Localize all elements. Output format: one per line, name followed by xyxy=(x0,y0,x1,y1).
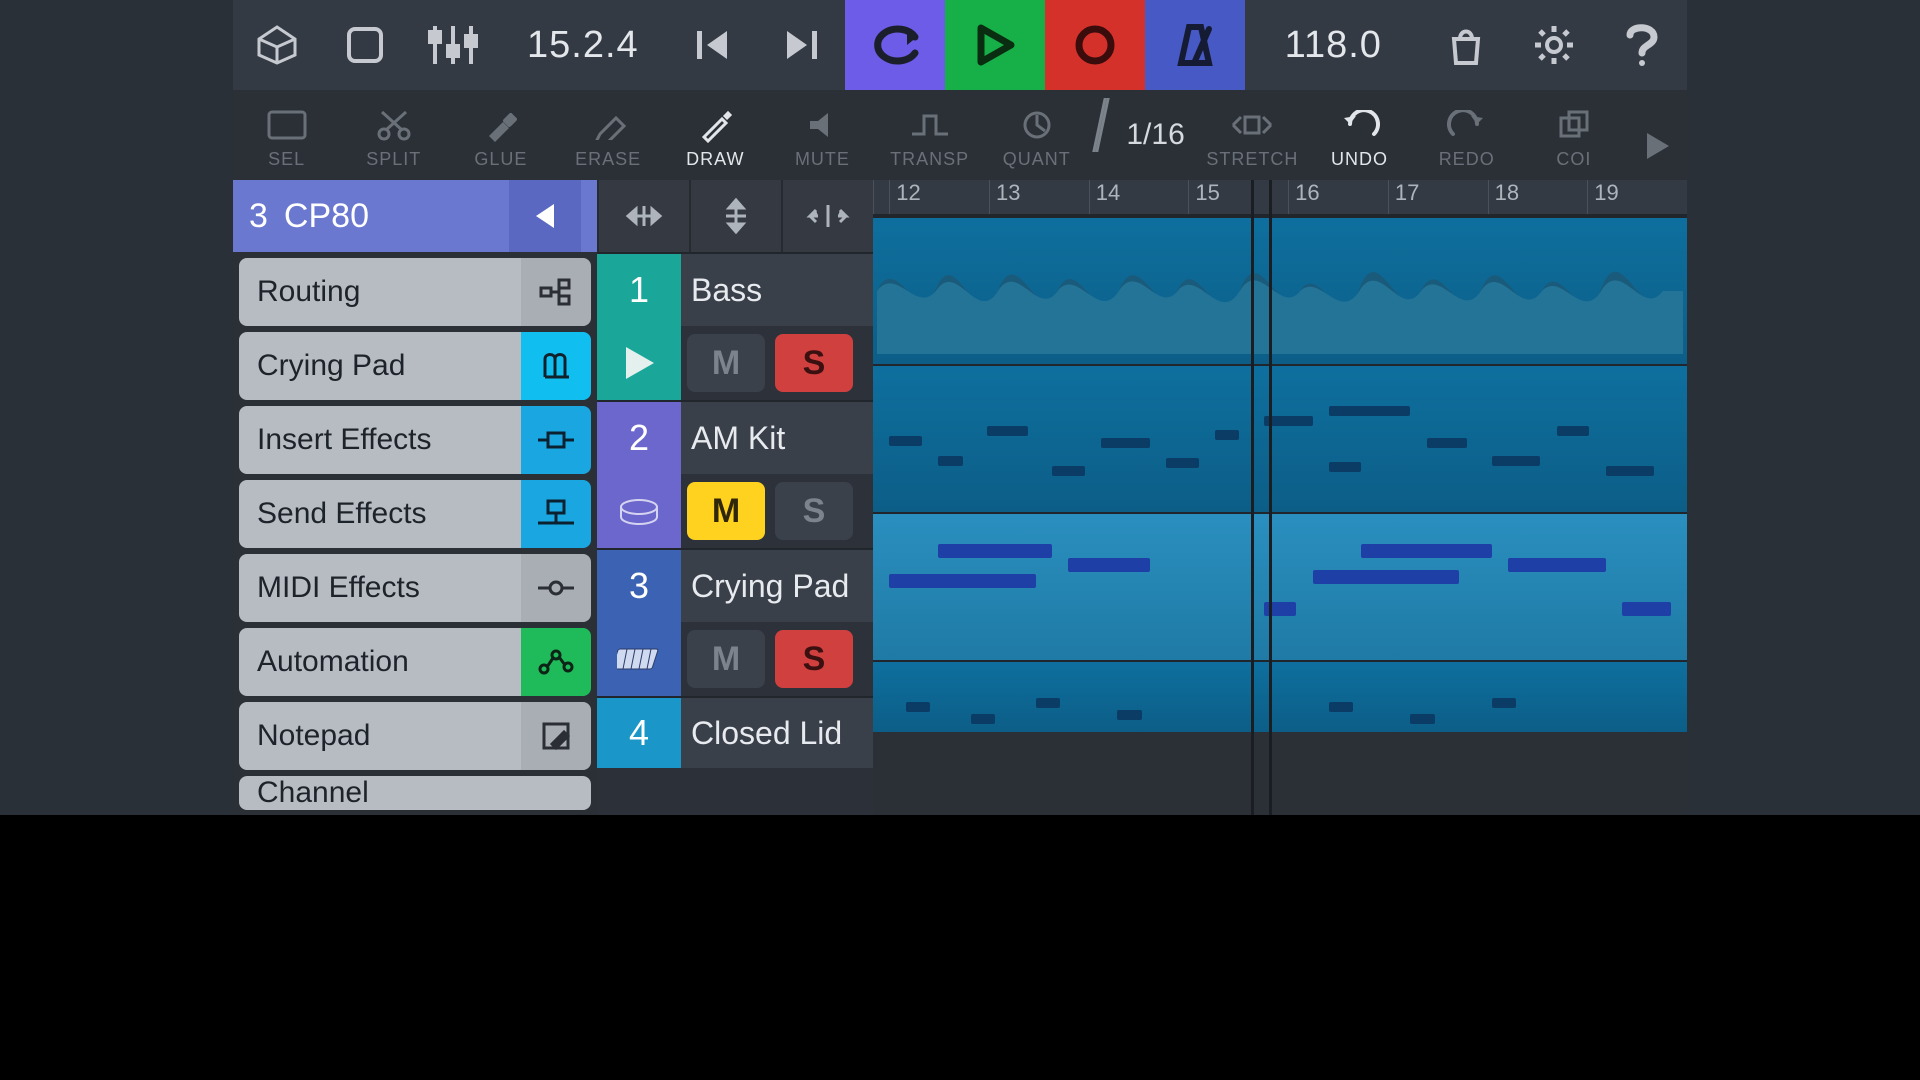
notepad-icon[interactable] xyxy=(521,702,591,770)
split-tool[interactable]: SPLIT xyxy=(340,101,447,170)
send-icon[interactable] xyxy=(521,480,591,548)
transport-bar: 15.2.4 118.0 xyxy=(233,0,1687,90)
prev-marker-button[interactable] xyxy=(669,0,757,90)
next-marker-button[interactable] xyxy=(757,0,845,90)
record-button[interactable] xyxy=(1045,0,1145,90)
undo-icon xyxy=(1306,101,1413,149)
glue-icon xyxy=(447,101,554,149)
draw-tool[interactable]: DRAW xyxy=(662,101,769,170)
select-icon xyxy=(233,101,340,149)
track-play-icon[interactable] xyxy=(597,326,681,400)
bar-ruler[interactable]: 12 13 14 15 16 17 18 19 xyxy=(873,180,1687,216)
arrange-area[interactable]: 12 13 14 15 16 17 18 19 xyxy=(873,180,1687,815)
step-icon xyxy=(876,101,983,149)
track-name[interactable]: Closed Lid xyxy=(681,698,873,768)
automation-icon[interactable] xyxy=(521,628,591,696)
play-tool[interactable] xyxy=(1627,122,1687,170)
speaker-icon xyxy=(769,101,876,149)
store-button[interactable] xyxy=(1422,0,1510,90)
loop-end-marker[interactable] xyxy=(1269,180,1272,815)
track-name[interactable]: Crying Pad xyxy=(681,550,873,622)
track-name[interactable]: Bass xyxy=(681,254,873,326)
horizontal-zoom-button[interactable] xyxy=(597,180,689,252)
track-header-2[interactable]: 2 AM Kit M S xyxy=(597,400,873,548)
eraser-icon xyxy=(555,101,662,149)
scissors-icon xyxy=(340,101,447,149)
inspector-channel-row[interactable]: Channel xyxy=(239,776,591,810)
inspector-instrument-row[interactable]: Crying Pad xyxy=(239,332,591,400)
track-name[interactable]: AM Kit xyxy=(681,402,873,474)
vertical-zoom-button[interactable] xyxy=(689,180,781,252)
inspector-header[interactable]: 3 CP80 xyxy=(233,180,597,252)
audio-waveform xyxy=(877,228,1683,354)
transpose-tool[interactable]: TRANSP xyxy=(876,101,983,170)
inspector-collapse-button[interactable] xyxy=(509,180,581,252)
redo-button[interactable]: REDO xyxy=(1413,101,1520,170)
erase-tool[interactable]: ERASE xyxy=(555,101,662,170)
drum-icon xyxy=(597,474,681,548)
redo-icon xyxy=(1413,101,1520,149)
copy-icon xyxy=(1520,101,1627,149)
stop-button[interactable] xyxy=(321,0,409,90)
solo-button[interactable]: S xyxy=(775,630,853,688)
inspector-notepad-row[interactable]: Notepad xyxy=(239,702,591,770)
mute-button[interactable]: M xyxy=(687,482,765,540)
stretch-icon xyxy=(1199,101,1306,149)
song-position[interactable]: 15.2.4 xyxy=(497,24,669,67)
inspector-send-effects-row[interactable]: Send Effects xyxy=(239,480,591,548)
routing-icon[interactable] xyxy=(521,258,591,326)
keyboard-icon xyxy=(597,622,681,696)
lane-bass[interactable] xyxy=(873,216,1687,364)
settings-button[interactable] xyxy=(1510,0,1598,90)
select-tool[interactable]: SEL xyxy=(233,101,340,170)
project-menu-button[interactable] xyxy=(233,0,321,90)
play-icon xyxy=(1627,122,1687,170)
mute-button[interactable]: M xyxy=(687,630,765,688)
undo-button[interactable]: UNDO xyxy=(1306,101,1413,170)
tempo-display[interactable]: 118.0 xyxy=(1245,24,1422,67)
piano-icon[interactable] xyxy=(521,332,591,400)
track-header-3[interactable]: 3 Crying Pad M S xyxy=(597,548,873,696)
stretch-tool[interactable]: STRETCH xyxy=(1199,101,1306,170)
inspector-insert-effects-row[interactable]: Insert Effects xyxy=(239,406,591,474)
inspector-midi-effects-row[interactable]: MIDI Effects xyxy=(239,554,591,622)
track-header-4[interactable]: 4 Closed Lid xyxy=(597,696,873,768)
lane-closed-lid[interactable] xyxy=(873,660,1687,732)
track-header-1[interactable]: 1 Bass M S xyxy=(597,252,873,400)
quantize-tool[interactable]: QUANT xyxy=(983,101,1090,170)
auto-zoom-button[interactable] xyxy=(781,180,873,252)
mute-button[interactable]: M xyxy=(687,334,765,392)
inspector-track-name: CP80 xyxy=(284,197,493,236)
loop-button[interactable] xyxy=(845,0,945,90)
metronome-button[interactable] xyxy=(1145,0,1245,90)
inspector-routing-row[interactable]: Routing xyxy=(239,258,591,326)
lane-crying-pad[interactable] xyxy=(873,512,1687,660)
inspector-track-number: 3 xyxy=(249,197,268,236)
glue-tool[interactable]: GLUE xyxy=(447,101,554,170)
mixer-button[interactable] xyxy=(409,0,497,90)
help-button[interactable] xyxy=(1598,0,1686,90)
inspector-automation-row[interactable]: Automation xyxy=(239,628,591,696)
track-header-column: 1 Bass M S 2 AM Kit xyxy=(597,180,873,815)
copy-button[interactable]: COI xyxy=(1520,101,1627,170)
toolbar-divider xyxy=(1093,98,1110,152)
midi-icon[interactable] xyxy=(521,554,591,622)
play-button[interactable] xyxy=(945,0,1045,90)
quantize-icon xyxy=(983,101,1090,149)
lane-amkit[interactable] xyxy=(873,364,1687,512)
inspector-panel: 3 CP80 Routing Crying Pad Insert Effects… xyxy=(233,180,597,815)
loop-start-marker[interactable] xyxy=(1251,180,1254,815)
edit-toolbar: SEL SPLIT GLUE ERASE DRAW MUTE TRANSP Q xyxy=(233,90,1687,180)
solo-button[interactable]: S xyxy=(775,334,853,392)
quantize-value[interactable]: 1/16 xyxy=(1112,118,1198,170)
mute-tool[interactable]: MUTE xyxy=(769,101,876,170)
pencil-icon xyxy=(662,101,769,149)
insert-icon[interactable] xyxy=(521,406,591,474)
solo-button[interactable]: S xyxy=(775,482,853,540)
